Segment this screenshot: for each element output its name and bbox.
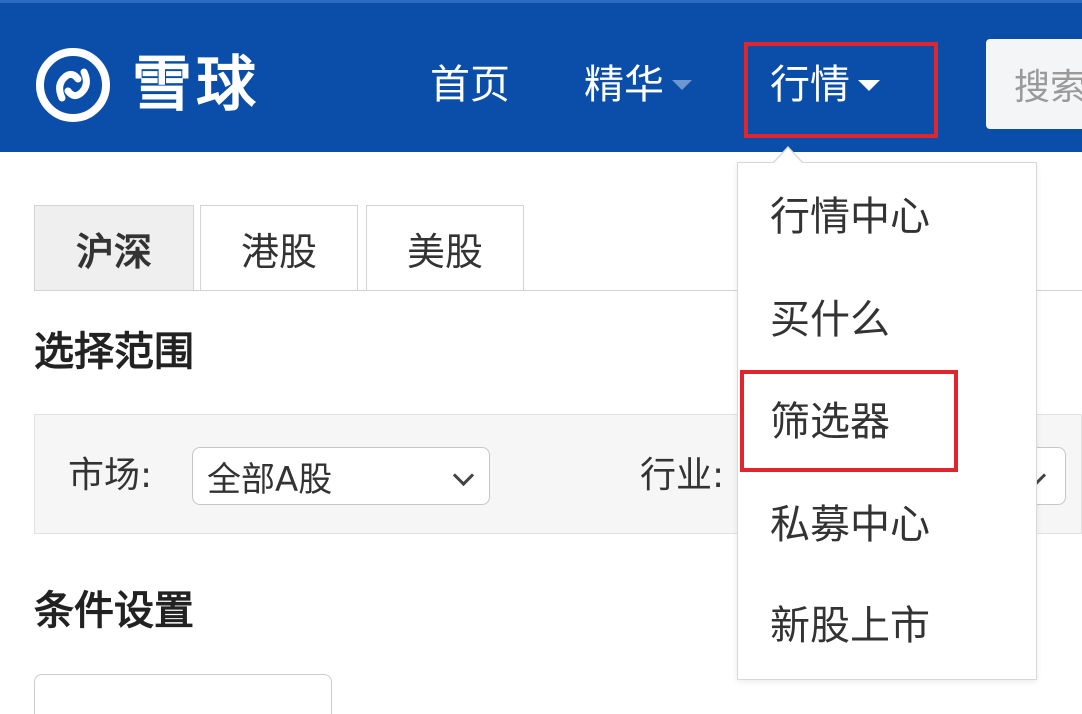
menu-item-market-center[interactable]: 行情中心: [770, 197, 930, 237]
market-select-value: 全部A股: [207, 459, 333, 500]
caret-down-icon: [672, 80, 692, 90]
market-select[interactable]: 全部A股: [192, 447, 490, 505]
highlight-box-market: [744, 42, 938, 138]
brand-name: 雪球: [132, 50, 260, 120]
menu-item-new-listings[interactable]: 新股上市: [770, 606, 930, 646]
nav-home-label: 首页: [430, 62, 510, 108]
range-section-title: 选择范围: [34, 329, 194, 375]
nav-home[interactable]: 首页: [430, 53, 510, 117]
market-label: 市场:: [68, 455, 153, 496]
tab-hong-kong[interactable]: 港股: [200, 205, 358, 291]
nav-essence[interactable]: 精华: [584, 53, 692, 117]
condition-box[interactable]: [34, 674, 332, 714]
industry-label: 行业:: [640, 455, 725, 496]
search-placeholder: 搜索: [1014, 67, 1082, 108]
dropdown-pointer-fill: [774, 148, 802, 163]
snowball-logo-icon: [36, 48, 110, 122]
chevron-down-icon: [452, 464, 475, 487]
menu-item-what-to-buy[interactable]: 买什么: [770, 300, 890, 340]
conditions-section-title: 条件设置: [34, 588, 194, 634]
highlight-box-screener: [740, 370, 958, 472]
search-input[interactable]: 搜索: [986, 39, 1082, 129]
nav-essence-label: 精华: [584, 62, 664, 108]
tab-shanghai-shenzhen[interactable]: 沪深: [34, 205, 194, 291]
menu-item-private-fund-center[interactable]: 私募中心: [770, 505, 930, 545]
tab-us-stocks[interactable]: 美股: [366, 205, 524, 291]
logo[interactable]: 雪球: [34, 41, 260, 129]
